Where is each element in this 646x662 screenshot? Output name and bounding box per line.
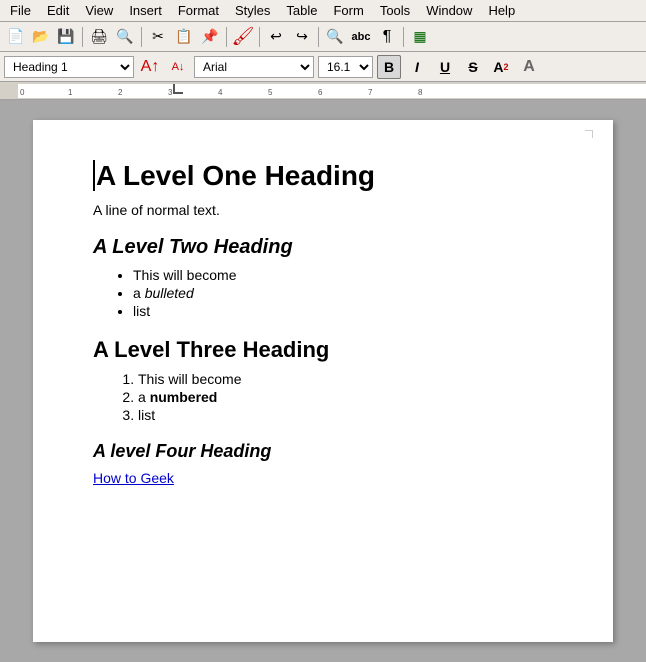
menu-edit[interactable]: Edit (39, 1, 77, 20)
list-item: list (133, 303, 553, 319)
list-item: a numbered (138, 389, 553, 405)
underline-button[interactable]: U (433, 55, 457, 79)
separator4 (259, 27, 260, 47)
spellcheck-button[interactable]: abc (349, 25, 373, 49)
decrease-font-size[interactable]: A↓ (166, 55, 190, 79)
separator6 (403, 27, 404, 47)
ruler: 0 1 2 3 4 5 6 7 8 (0, 82, 646, 100)
hyperlink[interactable]: How to Geek (93, 470, 553, 486)
save-button[interactable]: 💾 (54, 25, 78, 49)
separator1 (82, 27, 83, 47)
page: A Level One Heading A line of normal tex… (33, 120, 613, 642)
grid-button[interactable]: ▦ (408, 25, 432, 49)
strikethrough-button[interactable]: S (461, 55, 485, 79)
font-select[interactable]: Arial (194, 56, 314, 78)
menu-insert[interactable]: Insert (121, 1, 170, 20)
document-area[interactable]: A Level One Heading A line of normal tex… (0, 100, 646, 662)
ruler-inner: 0 1 2 3 4 5 6 7 8 (18, 84, 646, 98)
paste-button[interactable]: 📌 (198, 25, 222, 49)
font-color-button[interactable]: A2 (489, 55, 513, 79)
font-size-select[interactable]: 16.1 (318, 56, 373, 78)
italic-button[interactable]: I (405, 55, 429, 79)
undo-button[interactable]: ↩ (264, 25, 288, 49)
toolbar1: 📄 📂 💾 🖨 🔍 ✂ 📋 📌 🖌 ↩ ↪ 🔍 abc ¶ ▦ (0, 22, 646, 52)
cut-button[interactable]: ✂ (146, 25, 170, 49)
heading-level-4: A level Four Heading (93, 441, 553, 462)
redo-button[interactable]: ↪ (290, 25, 314, 49)
menu-file[interactable]: File (2, 1, 39, 20)
format-paint-button[interactable]: 🖌 (231, 25, 255, 49)
list-item: list (138, 407, 553, 423)
menubar: File Edit View Insert Format Styles Tabl… (0, 0, 646, 22)
heading-level-3: A Level Three Heading (93, 337, 553, 363)
menu-tools[interactable]: Tools (372, 1, 418, 20)
paragraph-style-select[interactable]: Heading 1 (4, 56, 134, 78)
text-cursor (93, 160, 95, 191)
menu-styles[interactable]: Styles (227, 1, 278, 20)
numbered-list: This will become a numbered list (138, 371, 553, 423)
normal-paragraph: A line of normal text. (93, 202, 553, 218)
copy-button[interactable]: 📋 (172, 25, 196, 49)
list-item: a bulleted (133, 285, 553, 301)
menu-view[interactable]: View (77, 1, 121, 20)
heading-level-2: A Level Two Heading (93, 236, 553, 259)
menu-form[interactable]: Form (325, 1, 371, 20)
menu-help[interactable]: Help (480, 1, 523, 20)
list-item: This will become (133, 267, 553, 283)
separator2 (141, 27, 142, 47)
heading-level-1: A Level One Heading (93, 160, 553, 192)
new-button[interactable]: 📄 (4, 25, 28, 49)
list-item: This will become (138, 371, 553, 387)
toolbar2: Heading 1 A↑ A↓ Arial 16.1 B I U S A2 A (0, 52, 646, 82)
menu-window[interactable]: Window (418, 1, 480, 20)
bulleted-list: This will become a bulleted list (133, 267, 553, 319)
separator5 (318, 27, 319, 47)
print-button[interactable]: 🖨 (87, 25, 111, 49)
preview-button[interactable]: 🔍 (113, 25, 137, 49)
find-button[interactable]: 🔍 (323, 25, 347, 49)
menu-format[interactable]: Format (170, 1, 227, 20)
increase-font-size[interactable]: A↑ (138, 55, 162, 79)
separator3 (226, 27, 227, 47)
open-button[interactable]: 📂 (29, 25, 53, 49)
menu-table[interactable]: Table (278, 1, 325, 20)
bold-button[interactable]: B (377, 55, 401, 79)
char-format-button[interactable]: A (517, 55, 541, 79)
pilcrow-button[interactable]: ¶ (375, 25, 399, 49)
